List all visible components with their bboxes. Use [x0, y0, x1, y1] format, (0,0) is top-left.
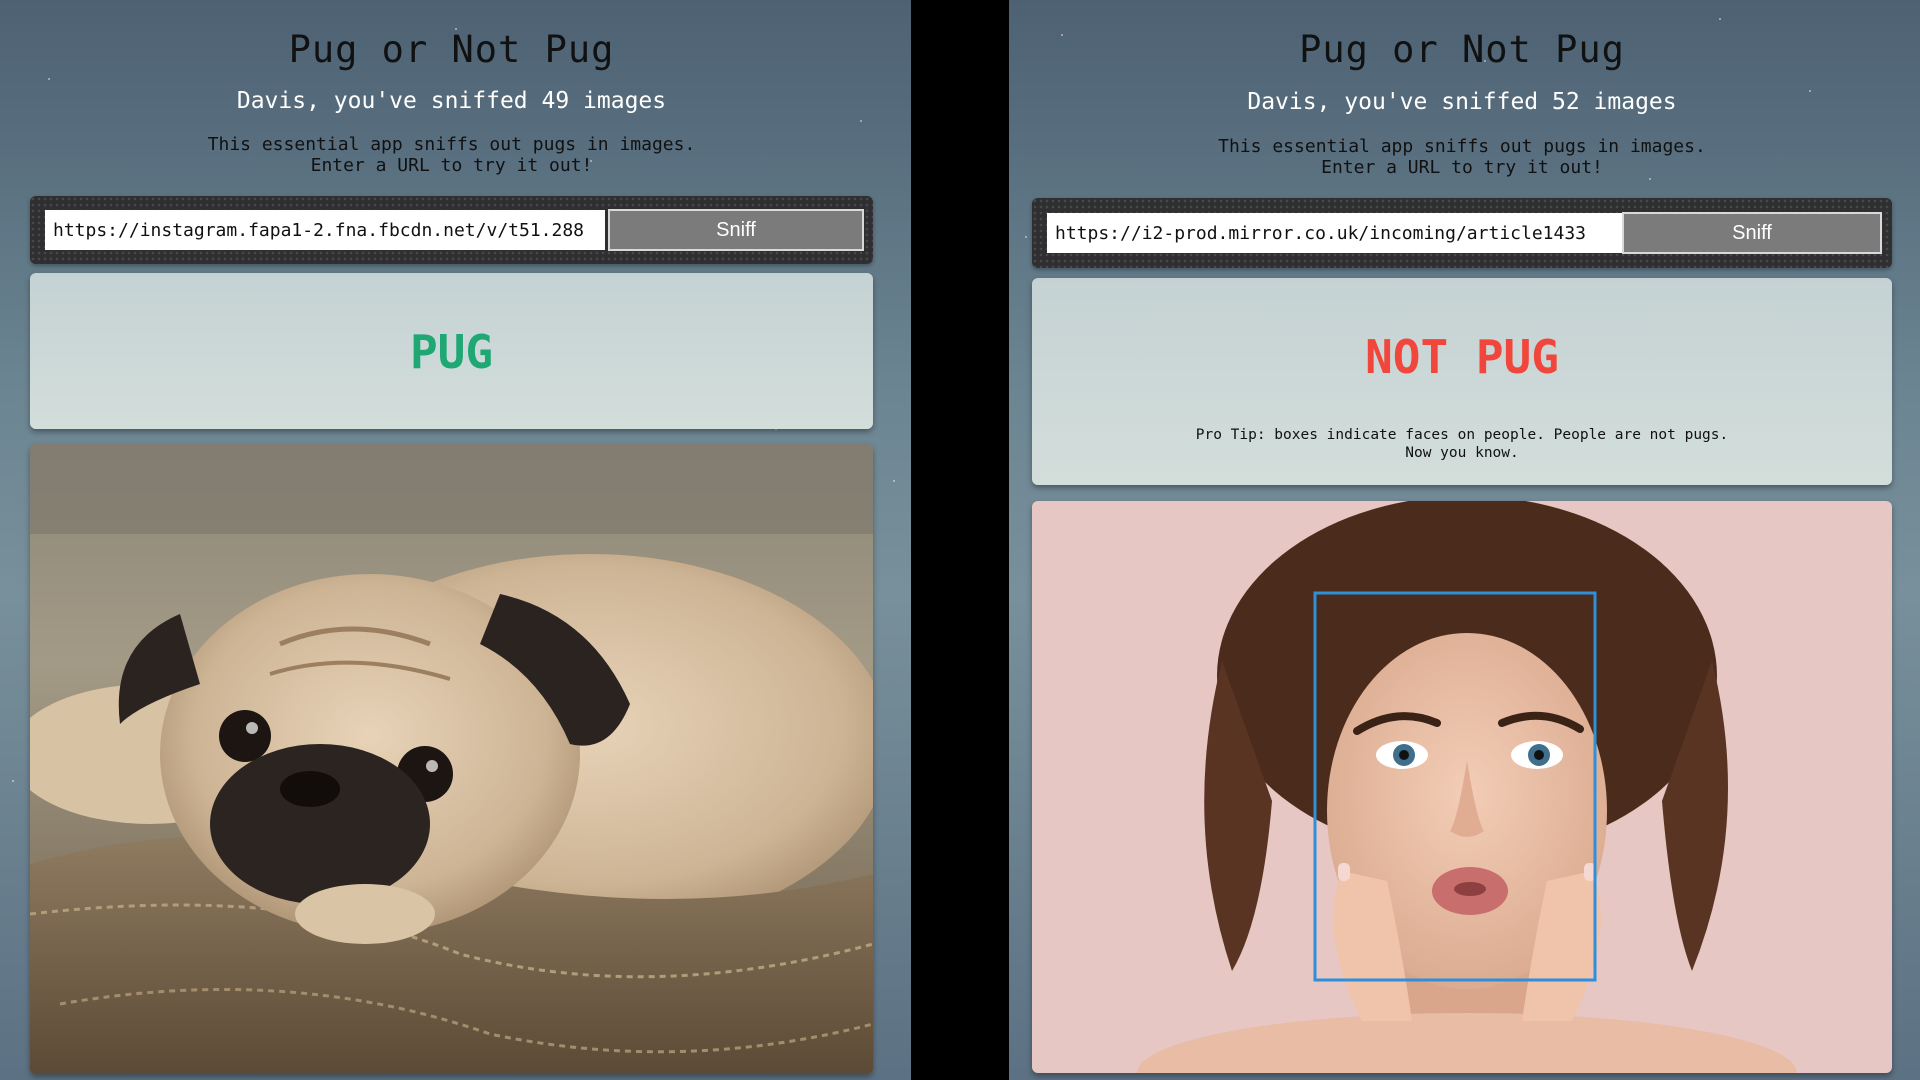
sniff-count-greeting: Davis, you've sniffed 49 images	[236, 88, 667, 114]
woman-image	[1032, 501, 1892, 1073]
app-title: Pug or Not Pug	[1299, 28, 1625, 71]
result-card: NOT PUG Pro Tip: boxes indicate faces on…	[1032, 278, 1892, 485]
app-description: This essential app sniffs out pugs in im…	[207, 134, 696, 176]
woman-face-photo	[1032, 501, 1892, 1073]
result-card: PUG	[30, 273, 873, 429]
pug-image	[30, 444, 873, 1074]
url-form: Sniff	[30, 196, 873, 264]
pro-tip-text: Pro Tip: boxes indicate faces on people.…	[1195, 427, 1729, 461]
url-input[interactable]	[1047, 213, 1623, 253]
url-input[interactable]	[45, 210, 605, 250]
sniff-button[interactable]: Sniff	[1622, 212, 1882, 254]
verdict-label: NOT PUG	[1365, 330, 1559, 384]
right-app-panel: Pug or Not Pug Davis, you've sniffed 52 …	[1009, 0, 1920, 1080]
url-form: Sniff	[1032, 198, 1892, 268]
pug-photo	[30, 444, 873, 1074]
verdict-label: PUG	[409, 325, 494, 379]
app-description: This essential app sniffs out pugs in im…	[1218, 136, 1706, 178]
sniff-button[interactable]: Sniff	[608, 209, 864, 251]
left-app-panel: Pug or Not Pug Davis, you've sniffed 49 …	[0, 0, 911, 1080]
app-title: Pug or Not Pug	[288, 28, 615, 71]
sniff-count-greeting: Davis, you've sniffed 52 images	[1247, 89, 1677, 115]
